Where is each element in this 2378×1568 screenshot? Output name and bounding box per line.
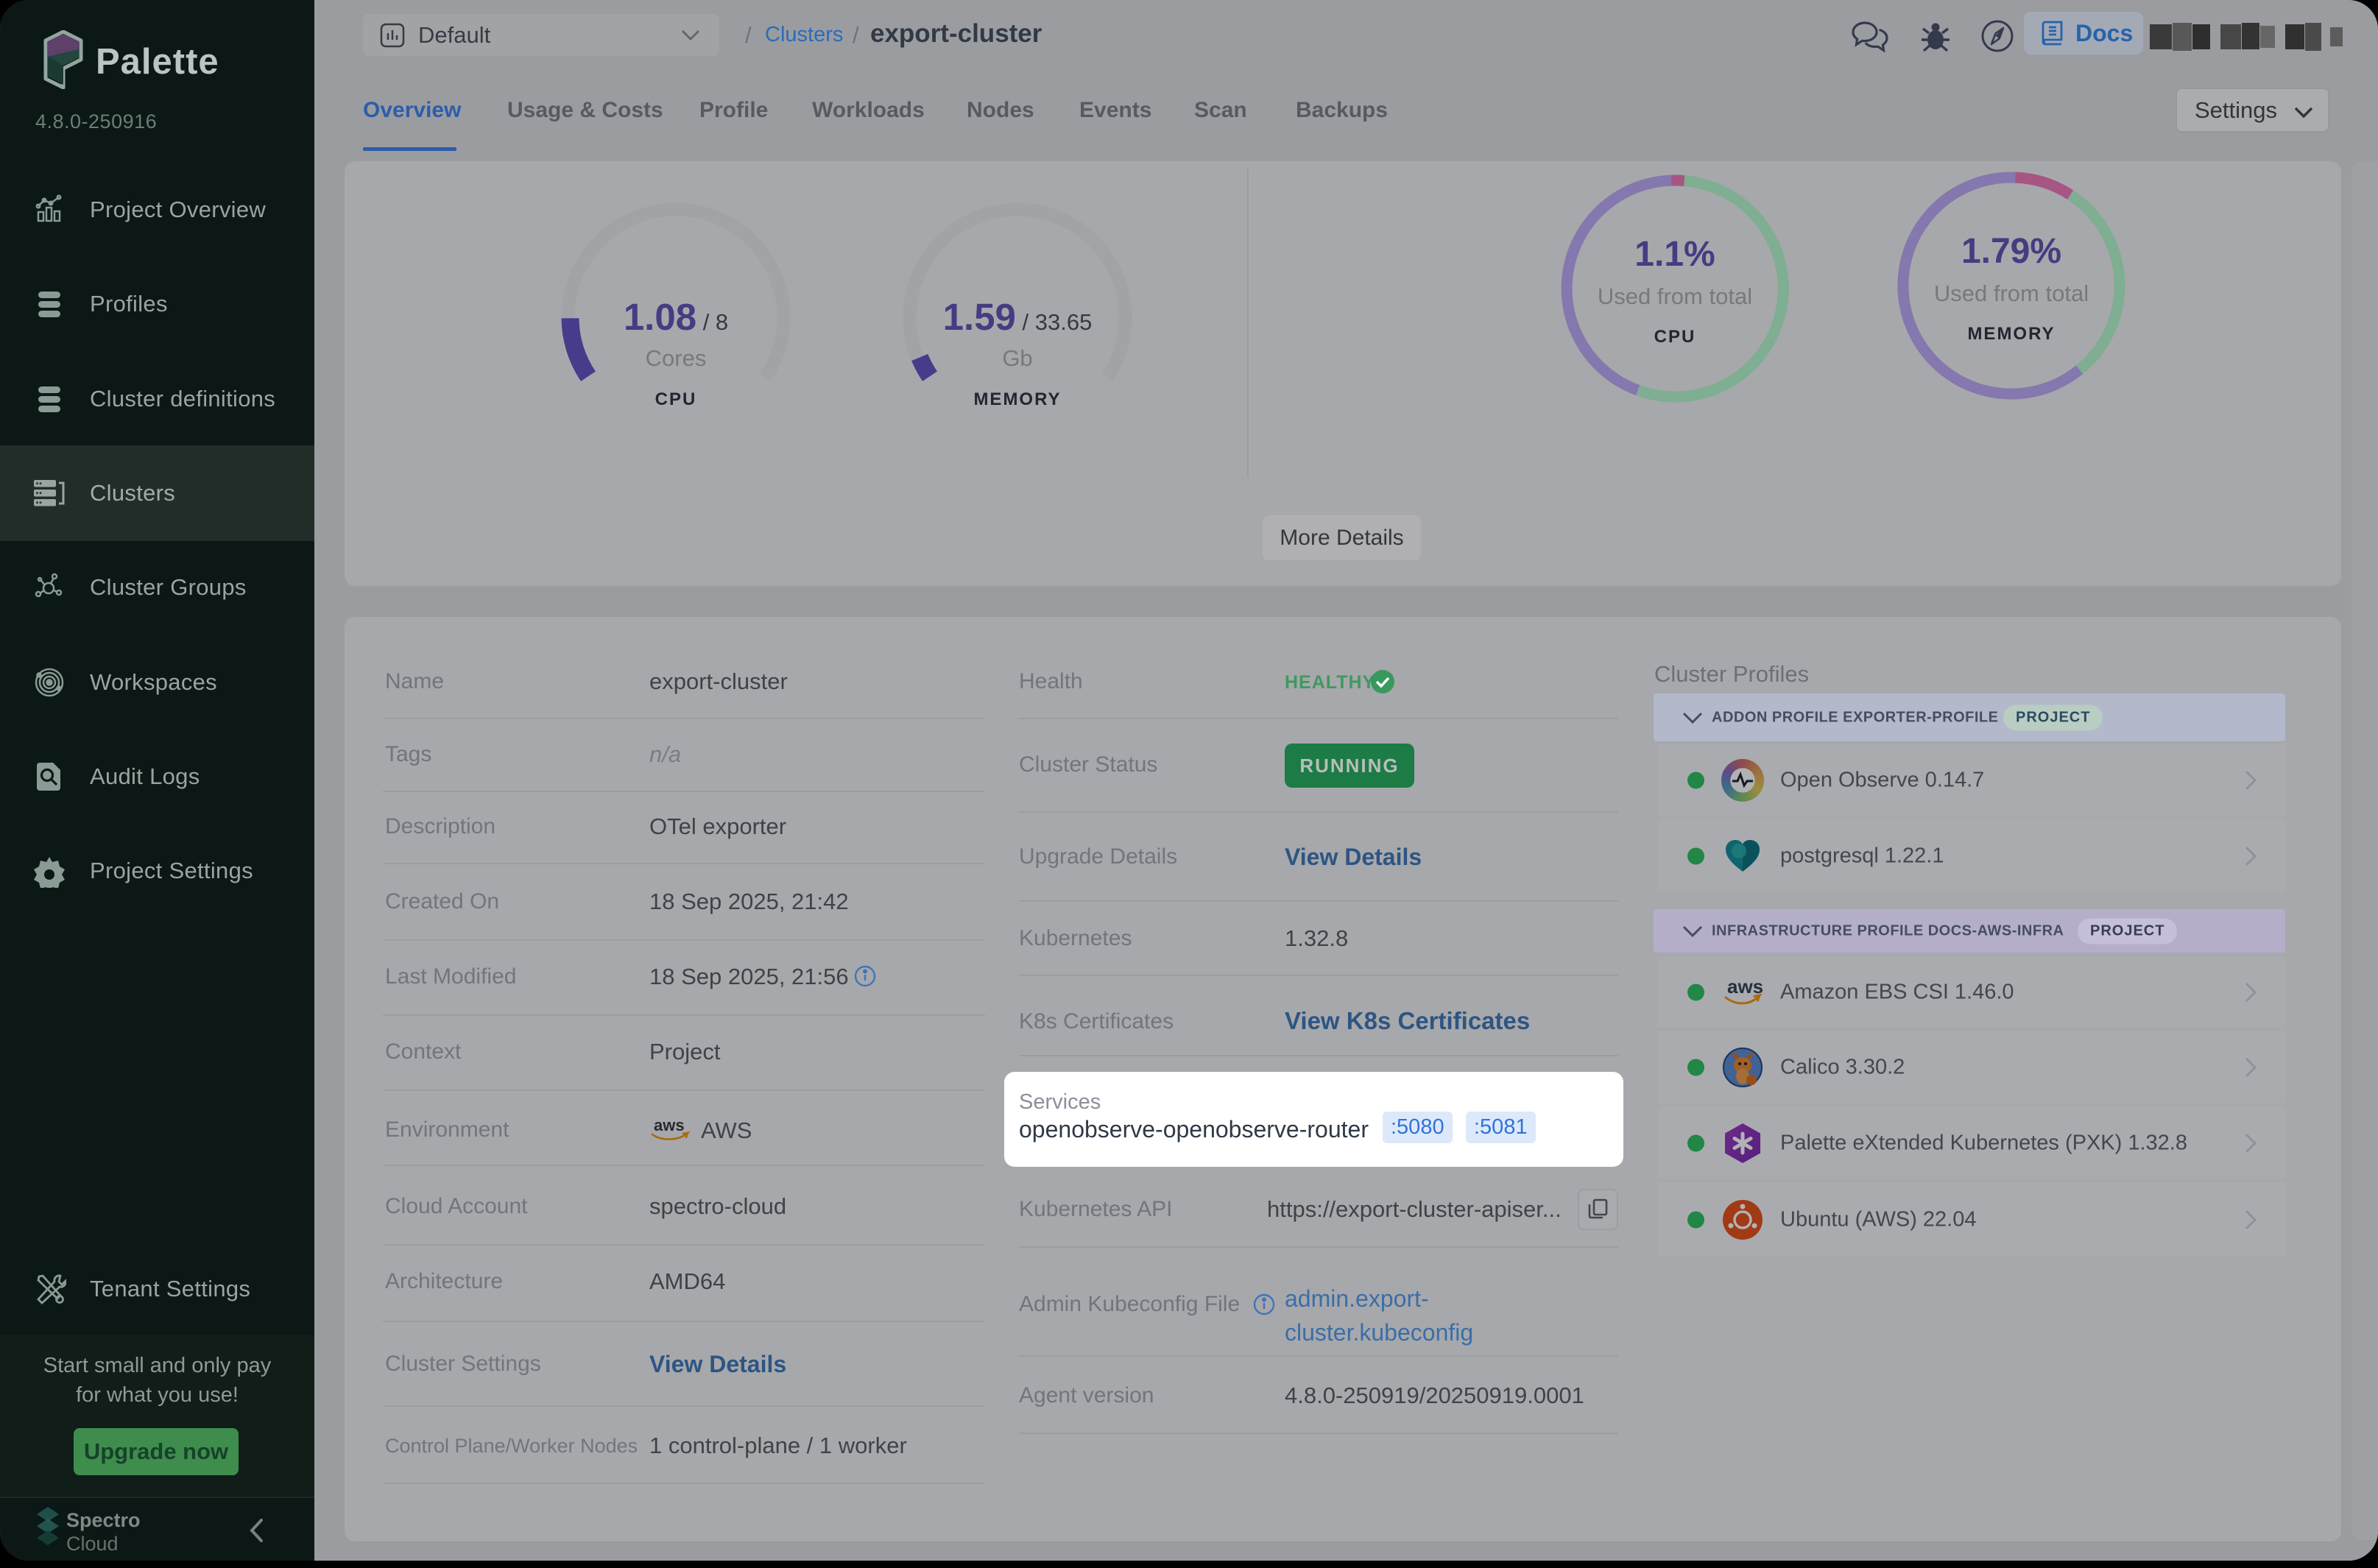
svg-text:aws: aws [1727, 975, 1763, 997]
svg-text:aws: aws [654, 1116, 685, 1134]
